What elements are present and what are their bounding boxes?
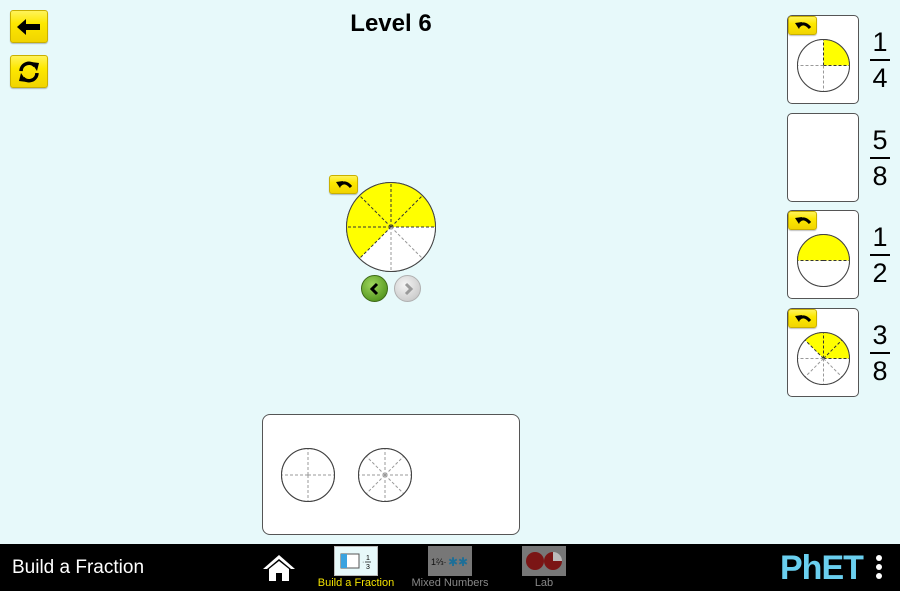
tab-label: Mixed Numbers: [411, 577, 489, 589]
target-slot[interactable]: [787, 15, 859, 104]
phet-logo[interactable]: PhET: [780, 551, 864, 585]
target-undo-button[interactable]: [788, 309, 817, 328]
menu-dot-icon: [876, 573, 882, 579]
numerator: 5: [872, 125, 888, 155]
target-pie: [797, 332, 850, 385]
denominator: 4: [872, 63, 888, 93]
target-fraction: 1 4: [866, 28, 894, 92]
menu-button[interactable]: [874, 555, 884, 583]
fraction-bar: [870, 59, 890, 61]
denominator: 8: [872, 161, 888, 191]
target-fraction: 3 8: [866, 321, 894, 385]
undo-icon: [794, 314, 811, 322]
chevron-left-icon: [369, 282, 378, 295]
denominator: 2: [872, 258, 888, 288]
pie-divider: [384, 455, 405, 476]
svg-text:✱✱: ✱✱: [448, 555, 468, 569]
numerator: 1: [872, 27, 888, 57]
fraction-builder-pie[interactable]: [345, 181, 437, 273]
target-fraction: 5 8: [866, 126, 894, 190]
target-slot[interactable]: [787, 210, 859, 299]
lab-thumbnail-icon: [522, 546, 566, 576]
svg-text:3: 3: [366, 564, 370, 571]
target-undo-button[interactable]: [788, 16, 817, 35]
menu-dot-icon: [876, 564, 882, 570]
fraction-bar: [870, 254, 890, 256]
sim-title: Build a Fraction: [12, 557, 145, 578]
denominator: 8: [872, 356, 888, 386]
tab-mixed-numbers[interactable]: 1⅔· ✱✱ Mixed Numbers: [405, 544, 495, 589]
svg-text:1⅔·: 1⅔·: [431, 557, 447, 567]
svg-text:1: 1: [366, 555, 370, 562]
target-pie: [797, 234, 850, 287]
tab-label: Build a Fraction: [317, 577, 395, 589]
home-button[interactable]: [262, 554, 296, 582]
tab-build-a-fraction[interactable]: · 1 3 Build a Fraction: [312, 544, 400, 589]
menu-dot-icon: [876, 555, 882, 561]
target-pie: [797, 39, 850, 92]
home-icon: [263, 555, 295, 581]
refresh-button[interactable]: [10, 55, 48, 88]
pie-divider: [365, 455, 386, 476]
next-button[interactable]: [394, 275, 421, 302]
tab-label: Lab: [534, 577, 554, 589]
pie-container-box: [262, 414, 520, 535]
tab-lab[interactable]: Lab: [515, 544, 573, 589]
refresh-icon: [19, 61, 39, 82]
numerator: 3: [872, 320, 888, 350]
target-fraction: 1 2: [866, 223, 894, 287]
pie-slice-filled[interactable]: [797, 234, 850, 261]
previous-button[interactable]: [361, 275, 388, 302]
pie-divider: [384, 474, 405, 495]
pie-divider: [365, 474, 386, 495]
empty-pie-quarters[interactable]: [280, 447, 336, 503]
target-slot[interactable]: [787, 308, 859, 397]
undo-icon: [794, 21, 811, 29]
build-a-fraction-thumbnail-icon: · 1 3: [334, 546, 378, 576]
numerator: 1: [872, 222, 888, 252]
target-undo-button[interactable]: [788, 211, 817, 230]
level-title: Level 6: [350, 10, 432, 37]
target-slot[interactable]: [787, 113, 859, 202]
empty-pie-eighths[interactable]: [357, 447, 413, 503]
mixed-numbers-thumbnail-icon: 1⅔· ✱✱: [428, 546, 472, 576]
undo-icon: [794, 216, 811, 224]
chevron-right-icon: [404, 282, 413, 295]
fraction-bar: [870, 352, 890, 354]
fraction-bar: [870, 157, 890, 159]
navigation-bar: Build a Fraction · 1 3 Build a Fraction …: [0, 544, 900, 591]
main-pie[interactable]: [345, 181, 437, 273]
svg-text:·: ·: [362, 559, 364, 566]
